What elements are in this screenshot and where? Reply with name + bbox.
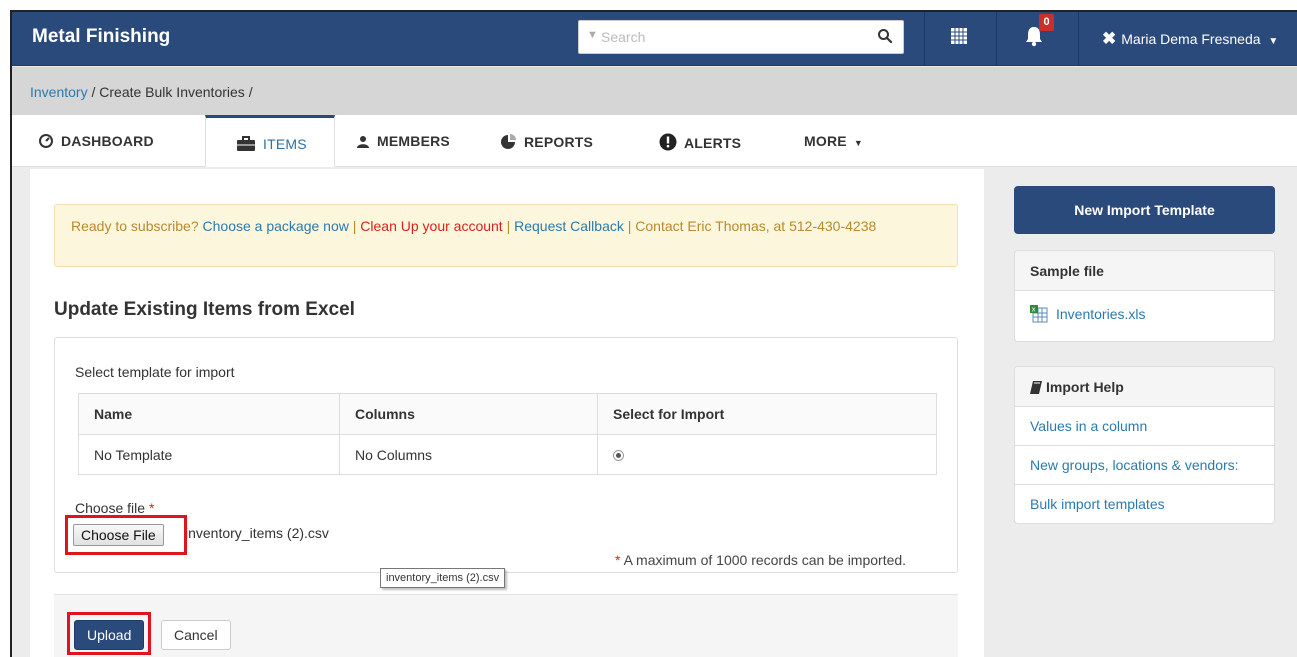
- breadcrumb: Inventory / Create Bulk Inventories /: [12, 67, 1297, 115]
- template-select-label: Select template for import: [75, 364, 235, 380]
- excel-file-icon: x: [1030, 305, 1048, 323]
- contact-text: Contact Eric Thomas, at 512-430-4238: [635, 218, 877, 234]
- breadcrumb-current: Create Bulk Inventories: [99, 84, 245, 100]
- choose-file-label: Choose file *: [75, 500, 154, 516]
- caret-down-icon: ▼: [1268, 36, 1279, 47]
- column-header: Select for Import: [597, 393, 937, 435]
- search-icon[interactable]: [877, 28, 893, 44]
- chevron-down-icon[interactable]: ▼: [587, 29, 598, 41]
- sample-file-panel: Sample file x Inventories.xls: [1014, 250, 1275, 342]
- exclamation-icon: [659, 133, 677, 151]
- calendar-icon[interactable]: [950, 27, 968, 45]
- dashboard-icon: [39, 134, 53, 148]
- highlight-box: [67, 612, 151, 655]
- search-placeholder: Search: [601, 29, 646, 45]
- sample-file-name: Inventories.xls: [1056, 306, 1146, 322]
- column-header: Name: [78, 393, 340, 435]
- form-actions: Upload Cancel: [54, 594, 958, 657]
- tab-label: REPORTS: [524, 134, 594, 150]
- page-title: Update Existing Items from Excel: [54, 299, 355, 320]
- template-name-cell: No Template: [78, 434, 340, 475]
- tab-members[interactable]: MEMBERS: [356, 115, 450, 167]
- tab-reports[interactable]: REPORTS: [500, 115, 593, 167]
- select-cell: [597, 434, 937, 475]
- main-tabs: DASHBOARD ITEMS MEMBERS REPORTS ALERTS M…: [12, 115, 1297, 167]
- file-tooltip: inventory_items (2).csv: [380, 568, 506, 588]
- app-window: Metal Finishing ▼ Search 0 ✖ Maria Dema F…: [10, 10, 1297, 657]
- tab-more[interactable]: MORE ▼: [804, 115, 863, 167]
- max-records-note: * A maximum of 1000 records can be impor…: [615, 552, 906, 568]
- new-import-template-button[interactable]: New Import Template: [1014, 186, 1275, 234]
- breadcrumb-separator: /: [91, 84, 96, 100]
- navbar-divider: [924, 12, 925, 66]
- breadcrumb-separator: /: [248, 84, 253, 100]
- clean-up-link[interactable]: Clean Up your account: [360, 218, 502, 234]
- choose-file-text: Choose file: [75, 500, 146, 516]
- tab-label: ITEMS: [263, 136, 307, 152]
- tab-alerts[interactable]: ALERTS: [659, 115, 741, 167]
- alert-divider: |: [506, 218, 511, 234]
- alert-divider: |: [352, 218, 357, 234]
- subscribe-alert: Ready to subscribe? Choose a package now…: [54, 204, 958, 267]
- alert-divider: |: [627, 218, 632, 234]
- tab-label: MORE: [804, 133, 847, 149]
- choose-package-link[interactable]: Choose a package now: [203, 218, 349, 234]
- required-mark: *: [148, 500, 155, 516]
- briefcase-icon: [237, 136, 255, 151]
- tab-items[interactable]: ITEMS: [205, 115, 335, 167]
- tools-icon: ✖: [1102, 29, 1117, 48]
- cancel-button[interactable]: Cancel: [161, 620, 231, 650]
- help-link-templates[interactable]: Bulk import templates: [1015, 485, 1274, 523]
- main-content: Ready to subscribe? Choose a package now…: [30, 169, 984, 657]
- max-note-text: A maximum of 1000 records can be importe…: [623, 552, 907, 568]
- import-panel: Select template for import Name Columns …: [54, 337, 958, 573]
- template-table: Name Columns Select for Import No Templa…: [78, 393, 937, 475]
- app-title[interactable]: Metal Finishing: [32, 26, 170, 48]
- svg-text:x: x: [1032, 306, 1036, 314]
- help-link-groups[interactable]: New groups, locations & vendors:: [1015, 446, 1274, 485]
- notification-badge: 0: [1039, 14, 1054, 31]
- template-radio[interactable]: [613, 450, 624, 462]
- navbar-divider: [1078, 12, 1079, 66]
- top-navbar: Metal Finishing ▼ Search 0 ✖ Maria Dema F…: [12, 12, 1297, 66]
- tab-label: ALERTS: [684, 135, 742, 151]
- navbar-divider: [996, 12, 997, 66]
- column-header: Columns: [339, 393, 598, 435]
- import-help-panel: Import Help Values in a column New group…: [1014, 366, 1275, 524]
- help-title-text: Import Help: [1046, 379, 1124, 395]
- breadcrumb-inventory[interactable]: Inventory: [30, 84, 88, 100]
- alert-prefix: Ready to subscribe?: [71, 218, 199, 234]
- help-link-values[interactable]: Values in a column: [1015, 407, 1274, 446]
- table-row: No Template No Columns: [78, 434, 937, 475]
- tab-label: DASHBOARD: [61, 133, 154, 149]
- tab-dashboard[interactable]: DASHBOARD: [38, 115, 154, 167]
- import-help-title: Import Help: [1015, 367, 1274, 407]
- template-columns-cell: No Columns: [339, 434, 598, 475]
- search-input[interactable]: ▼ Search: [578, 20, 904, 54]
- table-header-row: Name Columns Select for Import: [78, 393, 937, 435]
- selected-file-name: inventory_items (2).csv: [185, 525, 329, 541]
- pie-chart-icon: [501, 134, 516, 149]
- required-mark: *: [615, 552, 621, 568]
- caret-down-icon: ▼: [853, 138, 864, 148]
- sample-file-link[interactable]: x Inventories.xls: [1015, 291, 1274, 341]
- highlight-box: [65, 515, 187, 555]
- user-menu[interactable]: ✖ Maria Dema Fresneda ▼: [1102, 29, 1278, 49]
- book-icon: [1030, 381, 1042, 394]
- user-name: Maria Dema Fresneda: [1121, 31, 1261, 47]
- request-callback-link[interactable]: Request Callback: [514, 218, 624, 234]
- user-icon: [357, 136, 369, 148]
- tab-label: MEMBERS: [377, 133, 450, 149]
- sample-file-title: Sample file: [1015, 251, 1274, 291]
